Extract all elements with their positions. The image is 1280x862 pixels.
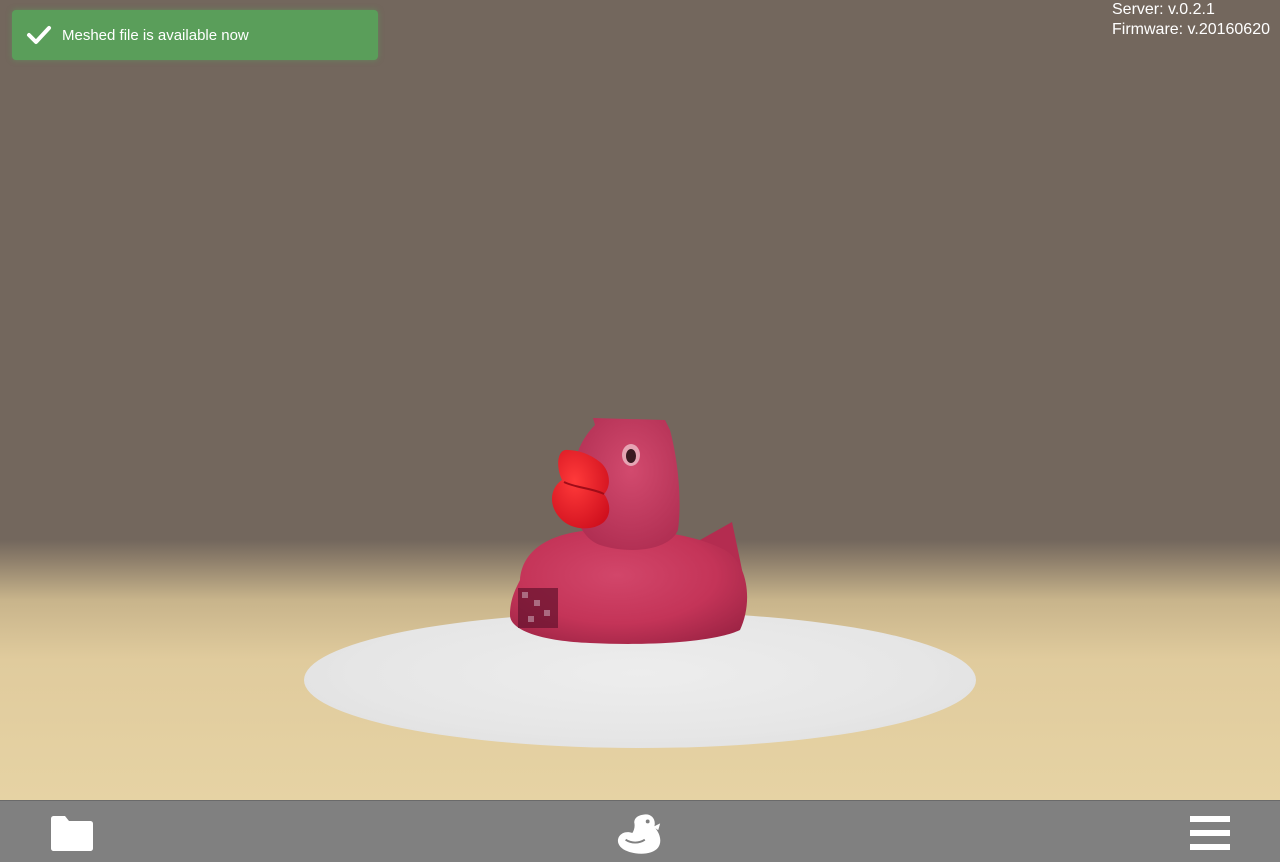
open-files-button[interactable] [48, 809, 96, 857]
notification-toast[interactable]: Meshed file is available now [12, 10, 378, 60]
hamburger-menu-icon [1190, 816, 1230, 850]
scanned-duck-model [510, 418, 748, 644]
main-menu-button[interactable] [1186, 809, 1234, 857]
duck-logo-icon [617, 814, 661, 854]
3d-viewport[interactable]: Meshed file is available now Server: v.0… [0, 0, 1280, 800]
home-logo-button[interactable] [616, 809, 664, 857]
toast-message: Meshed file is available now [62, 26, 249, 44]
firmware-version: Firmware: v.20160620 [1112, 21, 1270, 38]
folder-icon [51, 816, 93, 851]
server-version: Server: v.0.2.1 [1112, 1, 1215, 18]
check-icon [27, 26, 51, 44]
version-info: Server: v.0.2.1 Firmware: v.20160620 [1112, 0, 1270, 40]
bottom-toolbar [0, 800, 1280, 862]
